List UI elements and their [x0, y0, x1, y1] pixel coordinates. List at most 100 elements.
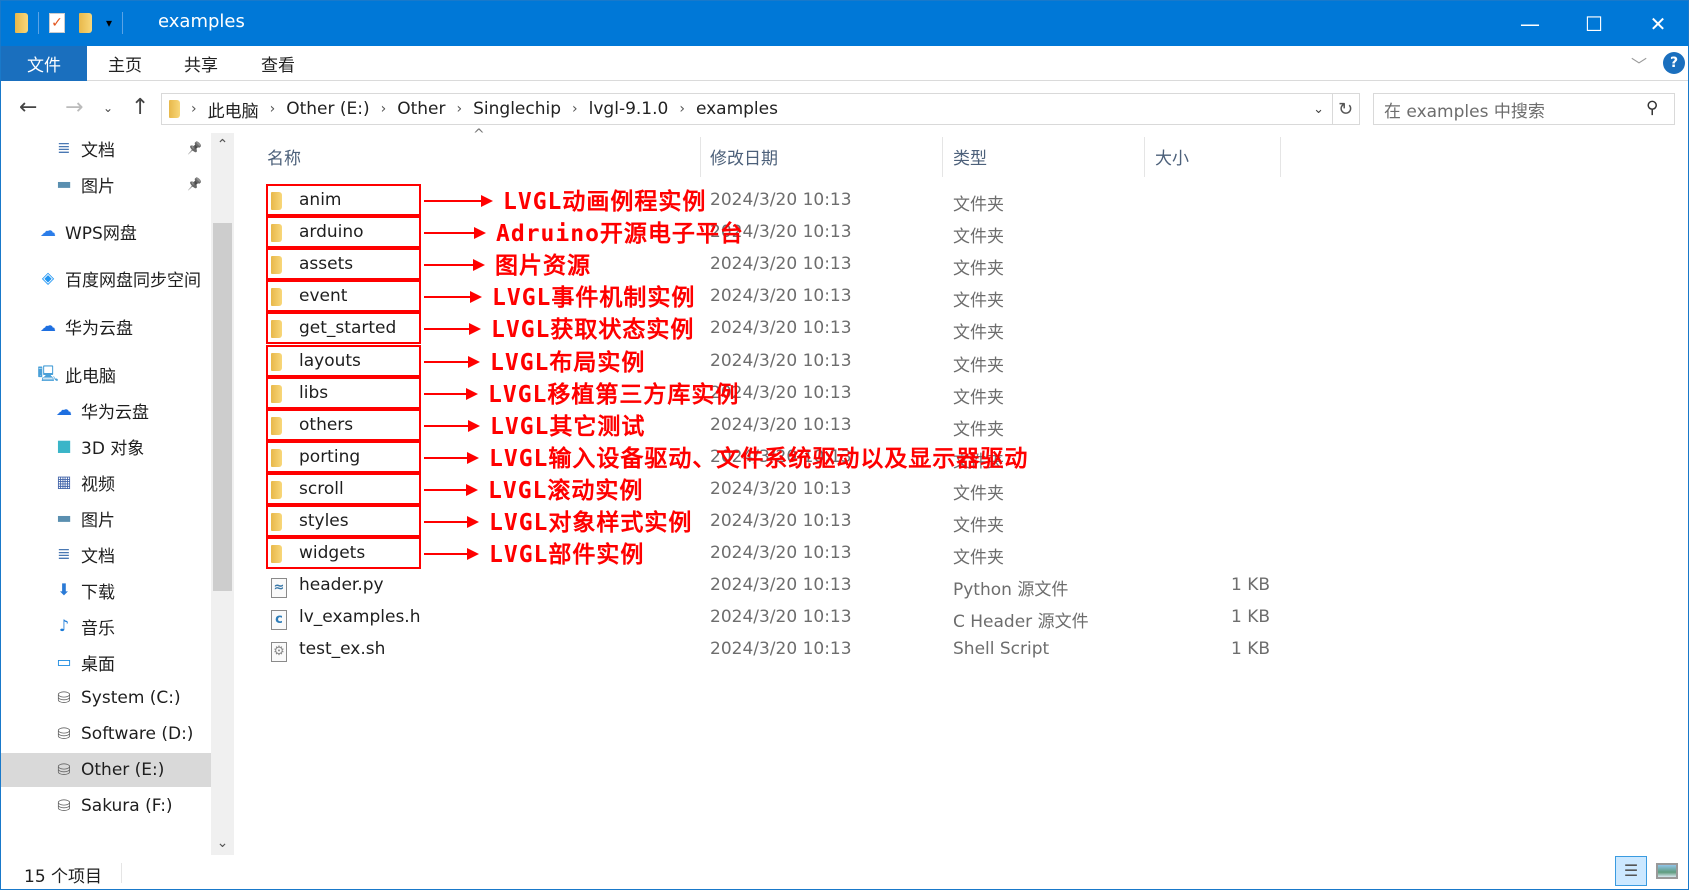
breadcrumb-this-pc[interactable]: 此电脑 — [208, 97, 259, 122]
sidebar-item[interactable]: ♪ 音乐 — [1, 609, 211, 643]
file-date: 2024/3/20 10:13 — [710, 350, 852, 371]
refresh-button[interactable]: ↻ — [1332, 93, 1360, 125]
file-size: 1 KB — [1231, 607, 1271, 628]
column-header-name[interactable]: 名称 — [267, 133, 301, 179]
annotation-arrow — [424, 259, 485, 272]
download-icon: ⬇ — [57, 580, 71, 599]
breadcrumb-drive-e[interactable]: Other (E:) — [286, 99, 369, 119]
column-header-size[interactable]: 大小 — [1155, 133, 1189, 179]
file-row[interactable]: ⚙ test_ex.sh 2024/3/20 10:13 Shell Script 1 … — [241, 634, 1281, 666]
sidebar-item[interactable]: ⛁ Software (D:) — [1, 717, 211, 751]
expand-ribbon-icon[interactable]: ﹀ — [1631, 52, 1647, 76]
item-count: 15 个项目 — [24, 867, 103, 887]
sidebar-item[interactable]: ▬ 图片 — [1, 501, 211, 535]
file-row[interactable]: c lv_examples.h 2024/3/20 10:13 C Header 源文… — [241, 602, 1281, 634]
chevron-right-icon: › — [572, 101, 578, 117]
annotation-box — [266, 344, 421, 377]
folder-icon[interactable] — [15, 13, 28, 33]
sidebar-item[interactable]: ⛁ System (C:) — [1, 681, 211, 715]
breadcrumb-other[interactable]: Other — [397, 99, 445, 119]
sidebar-item[interactable]: 🖳 此电脑 — [1, 357, 211, 391]
annotation-label: LVGL移植第三方库实例 — [488, 381, 740, 408]
navigation-pane-scrollbar[interactable]: ⌃ ⌄ — [211, 133, 234, 855]
details-view-button[interactable]: ☰ — [1615, 856, 1647, 886]
close-button[interactable]: ✕ — [1626, 1, 1688, 46]
shell-script-file-icon: ⚙ — [271, 640, 287, 663]
sidebar-item-label: 此电脑 — [65, 366, 116, 387]
scroll-up-icon[interactable]: ⌃ — [211, 133, 234, 157]
properties-icon[interactable]: ✓ — [49, 13, 65, 33]
file-type: 文件夹 — [953, 355, 1004, 376]
file-type: 文件夹 — [953, 227, 1004, 248]
annotation-box — [266, 184, 421, 216]
chevron-right-icon: › — [269, 101, 276, 117]
sidebar-item[interactable]: ☁ WPS网盘 — [1, 214, 211, 248]
file-list: ^ 名称 修改日期 类型 大小 anim 2024/3/20 10:13 文件夹 LV… — [241, 127, 1681, 855]
tab-share[interactable]: 共享 — [173, 46, 229, 81]
picture-icon: ▬ — [56, 508, 72, 527]
column-divider[interactable] — [1280, 137, 1281, 177]
file-size: 1 KB — [1231, 639, 1271, 660]
column-divider[interactable] — [1144, 137, 1145, 177]
file-glyph: c — [271, 610, 287, 631]
breadcrumb-lvgl[interactable]: lvgl-9.1.0 — [589, 99, 669, 119]
file-date: 2024/3/20 10:13 — [710, 511, 852, 531]
annotation-arrow — [424, 227, 486, 240]
back-button[interactable]: ← — [19, 95, 37, 120]
up-button[interactable]: ↑ — [131, 95, 149, 120]
search-input[interactable]: 在 examples 中搜索 — [1373, 93, 1675, 125]
minimize-button[interactable]: — — [1498, 1, 1562, 46]
search-icon[interactable]: ⚲ — [1646, 98, 1658, 118]
sidebar-item[interactable]: ▬ 图片 📌 — [1, 167, 211, 201]
sidebar-item[interactable]: ⬇ 下载 — [1, 573, 211, 607]
forward-button[interactable]: → — [65, 95, 83, 120]
breadcrumb-examples[interactable]: examples — [696, 99, 778, 119]
sidebar-item[interactable]: ⛁ Sakura (F:) — [1, 789, 211, 823]
tab-file[interactable]: 文件 — [1, 46, 87, 81]
column-divider[interactable] — [700, 137, 701, 177]
annotation-arrow — [424, 195, 493, 207]
address-bar[interactable]: › 此电脑 › Other (E:) › Other › Singlechip … — [161, 93, 1333, 125]
drive-icon: ⛁ — [57, 796, 71, 815]
file-name: test_ex.sh — [299, 639, 386, 660]
pin-icon[interactable]: 📌 — [187, 177, 202, 191]
large-icons-view-button[interactable] — [1651, 856, 1683, 886]
file-date: 2024/3/20 10:13 — [710, 575, 852, 596]
maximize-button[interactable]: ☐ — [1562, 1, 1626, 46]
annotation-box — [266, 280, 421, 313]
breadcrumb-singlechip[interactable]: Singlechip — [473, 99, 561, 119]
column-header-type[interactable]: 类型 — [953, 133, 987, 179]
scroll-down-icon[interactable]: ⌄ — [211, 831, 234, 855]
music-icon: ♪ — [58, 616, 70, 635]
sidebar-item-label: 下载 — [81, 582, 115, 603]
sidebar-item[interactable]: ☁ 华为云盘 — [1, 393, 211, 427]
pin-icon[interactable]: 📌 — [187, 141, 202, 155]
annotation-box — [266, 537, 421, 570]
annotation-label: LVGL输入设备驱动、文件系统驱动以及显示器驱动 — [489, 445, 1029, 472]
sidebar-item-label: 百度网盘同步空间 — [65, 270, 201, 291]
customize-toolbar-icon[interactable]: ▾ — [106, 16, 112, 30]
sidebar-item[interactable]: ◈ 百度网盘同步空间 — [1, 261, 211, 295]
sidebar-item-label: 视频 — [81, 474, 115, 495]
new-folder-icon[interactable] — [79, 13, 92, 33]
address-history-dropdown[interactable]: ⌄ — [1313, 102, 1324, 117]
sidebar-item[interactable]: ≣ 文档 — [1, 537, 211, 571]
divider — [38, 12, 39, 34]
sidebar-item[interactable]: ▭ 桌面 — [1, 645, 211, 679]
sidebar-item[interactable]: ▦ 视频 — [1, 465, 211, 499]
file-row[interactable]: ≈ header.py 2024/3/20 10:13 Python 源文件 1 KB — [241, 570, 1281, 602]
title-bar: ✓ ▾ examples — ☐ ✕ — [1, 1, 1688, 46]
scrollbar-thumb[interactable] — [213, 223, 232, 591]
tab-home[interactable]: 主页 — [97, 46, 153, 81]
document-icon: ≣ — [57, 544, 71, 563]
annotation-label: LVGL滚动实例 — [488, 477, 644, 504]
column-divider[interactable] — [942, 137, 943, 177]
sidebar-item[interactable]: ■ 3D 对象 — [1, 429, 211, 463]
sidebar-item[interactable]: ☁ 华为云盘 — [1, 309, 211, 343]
tab-view[interactable]: 查看 — [250, 46, 306, 81]
help-icon[interactable]: ? — [1663, 52, 1685, 74]
column-header-date[interactable]: 修改日期 — [710, 133, 778, 179]
sidebar-item[interactable]: ≣ 文档 📌 — [1, 133, 211, 165]
recent-locations-button[interactable]: ⌄ — [103, 101, 113, 115]
sidebar-item[interactable]: ⛁ Other (E:) — [1, 753, 211, 787]
